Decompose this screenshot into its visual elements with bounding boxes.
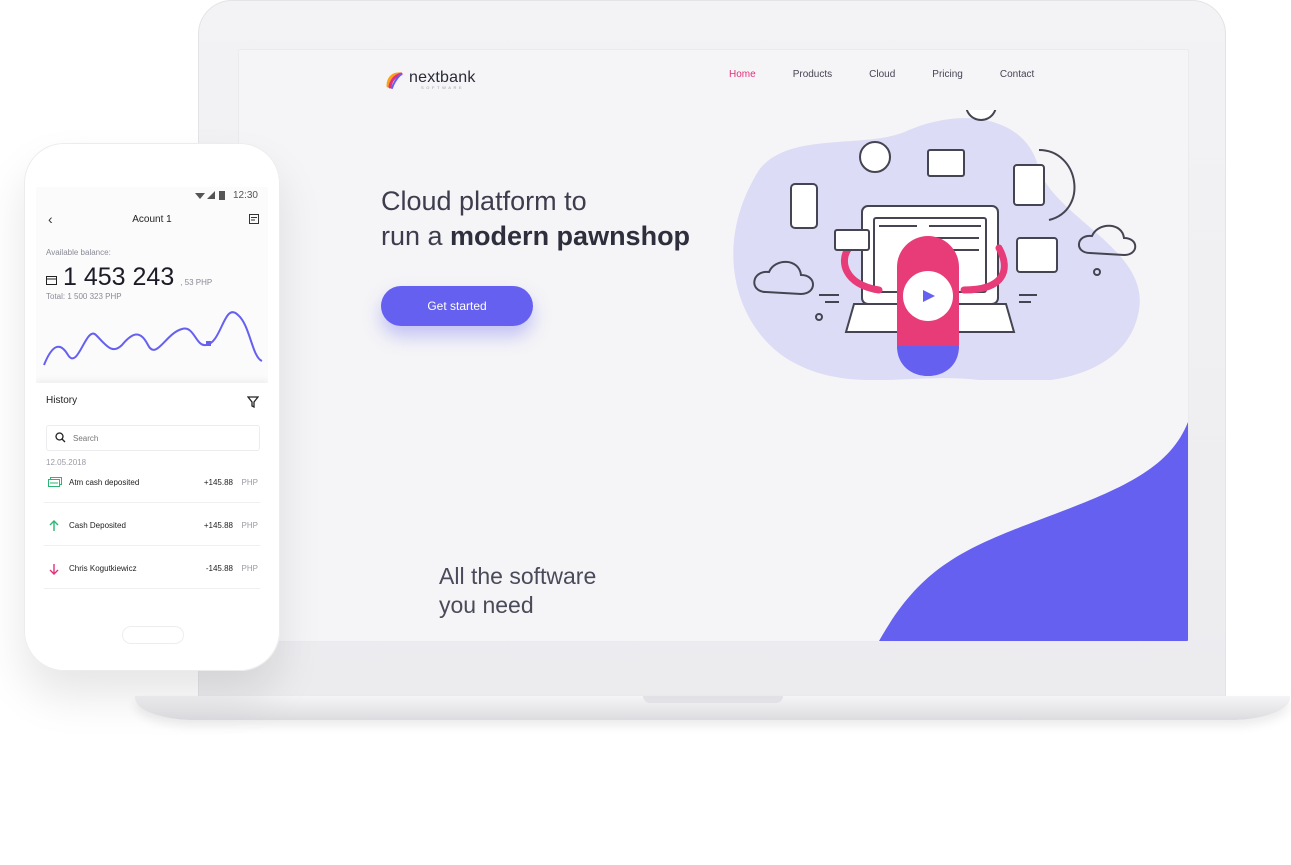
transaction-currency: PHP — [241, 478, 258, 487]
laptop-notch — [642, 696, 783, 703]
laptop-base — [135, 696, 1290, 720]
transaction-currency: PHP — [241, 564, 258, 573]
brand-logo[interactable]: nextbank SOFTWARE — [385, 70, 476, 90]
section-title-line-2: you need — [439, 592, 534, 618]
message-icon — [927, 149, 965, 177]
transaction-row[interactable]: Chris Kogutkiewicz -145.88 PHP — [36, 563, 268, 605]
statement-icon[interactable] — [249, 214, 259, 224]
nav-pricing[interactable]: Pricing — [932, 69, 963, 80]
nav-contact[interactable]: Contact — [1000, 69, 1034, 80]
hero-line-2-bold: modern pawnshop — [450, 221, 691, 251]
phone-frame: 12:30 ‹ Acount 1 Available balance: 1 45… — [24, 143, 280, 671]
nav-home[interactable]: Home — [729, 69, 756, 80]
status-time: 12:30 — [232, 190, 258, 201]
signal-battery-icon — [194, 191, 225, 200]
phone-lock-icon — [790, 183, 818, 229]
history-date: 12.05.2018 — [46, 458, 87, 467]
wallet-icon — [46, 276, 57, 285]
wallet-icon — [1016, 237, 1058, 273]
history-card: History 12.05.2018 Atm cash deposited — [36, 383, 268, 605]
transaction-currency: PHP — [241, 521, 258, 530]
hero-line-2-prefix: run a — [381, 221, 451, 251]
main-nav: Home Products Cloud Pricing Contact — [729, 69, 1071, 80]
gear-icon — [859, 141, 891, 173]
get-started-button[interactable]: Get started — [381, 286, 533, 326]
laptop-screen: nextbank SOFTWARE Home Products Cloud Pr… — [238, 49, 1189, 642]
brand-name: nextbank — [409, 69, 476, 86]
phone-header: ‹ Acount 1 — [36, 211, 268, 231]
transaction-amount: -145.88 — [205, 564, 233, 573]
hero-title: Cloud platform to run a modern pawnshop — [381, 184, 690, 254]
transaction-amount: +145.88 — [203, 478, 233, 487]
row-divider — [44, 502, 260, 503]
hero-illustration — [733, 110, 1140, 380]
cash-bill-icon — [834, 229, 870, 251]
nav-products[interactable]: Products — [793, 69, 832, 80]
hero-line-1: Cloud platform to — [381, 186, 587, 216]
search-icon — [55, 432, 66, 443]
search-input[interactable] — [71, 429, 255, 447]
phone-screen: 12:30 ‹ Acount 1 Available balance: 1 45… — [36, 187, 268, 605]
balance-total: Total: 1 500 323 PHP — [46, 292, 122, 301]
transaction-name: Chris Kogutkiewicz — [69, 564, 137, 573]
arrow-down-icon — [49, 564, 59, 575]
hero-line-2: run a modern pawnshop — [381, 219, 690, 254]
cash-icon — [48, 477, 62, 487]
nextbank-logo-icon — [386, 72, 403, 89]
balance-cents: , 53 PHP — [180, 278, 213, 287]
calculator-icon — [1013, 164, 1045, 206]
brand-tagline: SOFTWARE — [421, 85, 465, 90]
account-title: Acount 1 — [132, 214, 172, 225]
transaction-name: Cash Deposited — [69, 521, 126, 530]
transaction-row[interactable]: Atm cash deposited +145.88 PHP — [36, 477, 268, 519]
section-title-line-1: All the software — [439, 563, 597, 589]
nav-cloud[interactable]: Cloud — [869, 69, 895, 80]
balance-value: 1 453 243 — [63, 263, 175, 291]
transaction-name: Atm cash deposited — [69, 478, 140, 487]
filter-icon[interactable] — [247, 396, 259, 408]
arrow-up-icon — [49, 520, 59, 531]
balance-row: 1 453 243 , 53 PHP — [46, 263, 212, 292]
balance-sparkline — [43, 311, 263, 366]
status-bar: 12:30 — [194, 190, 258, 201]
history-title: History — [46, 395, 78, 406]
search-field[interactable] — [46, 425, 260, 451]
balance-label: Available balance: — [46, 248, 111, 257]
row-divider — [44, 588, 260, 589]
sparkline-marker[interactable] — [206, 341, 211, 346]
transaction-amount: +145.88 — [203, 521, 233, 530]
row-divider — [44, 545, 260, 546]
home-button[interactable] — [122, 626, 184, 644]
transaction-row[interactable]: Cash Deposited +145.88 PHP — [36, 520, 268, 562]
section-title: All the software you need — [439, 562, 596, 620]
